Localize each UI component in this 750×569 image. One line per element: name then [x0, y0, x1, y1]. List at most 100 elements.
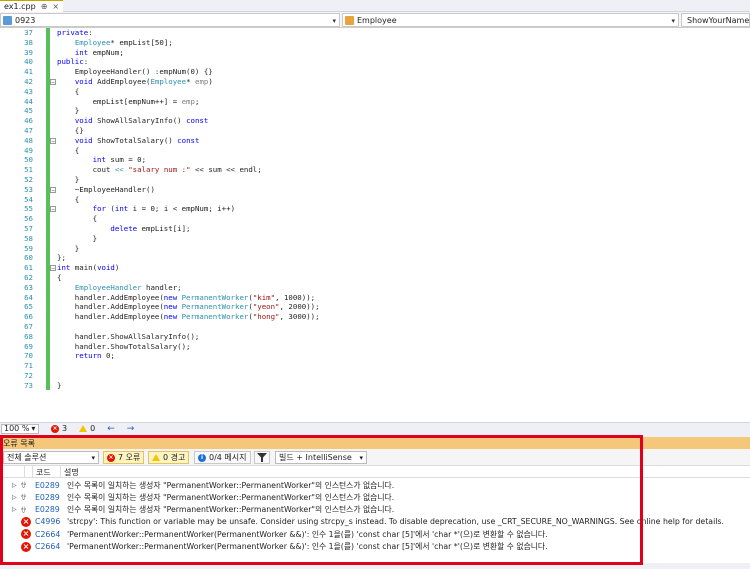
line-number: 64	[24, 292, 33, 302]
code-line[interactable]: 38 Employee* empList[50];	[0, 38, 750, 48]
code-line[interactable]: 71	[0, 361, 750, 371]
code-line[interactable]: 39 int empNum;	[0, 48, 750, 58]
build-filter-dropdown[interactable]: 빌드 + IntelliSense ▾	[275, 451, 367, 464]
code-text: {	[57, 145, 80, 155]
code-line[interactable]: 42 − void AddEmployee(Employee* emp)	[0, 77, 750, 87]
code-line[interactable]: 59 }	[0, 244, 750, 254]
error-code-link[interactable]: C4996	[35, 517, 60, 526]
code-line[interactable]: 53 − ~EmployeeHandler()	[0, 185, 750, 195]
warnings-toggle-button[interactable]: 0 경고	[148, 451, 190, 464]
zoom-dropdown[interactable]: 100 % ▾	[1, 423, 39, 434]
error-description: 인수 목록이 일치하는 생성자 "PermanentWorker::Perman…	[67, 492, 395, 502]
arrow-right-icon[interactable]: →	[127, 424, 135, 434]
line-number: 47	[24, 126, 33, 135]
code-line[interactable]: 50 int sum = 0;	[0, 155, 750, 165]
filter-button[interactable]	[254, 451, 270, 464]
code-line[interactable]: 51 cout << "salary num :" << sum << endl…	[0, 165, 750, 175]
code-text: return 0;	[74, 351, 115, 361]
code-line[interactable]: 66 handler.AddEmployee(new PermanentWork…	[0, 312, 750, 322]
document-tab-strip: ex1.cpp ⊕ ×	[0, 0, 750, 12]
code-line[interactable]: 43 {	[0, 87, 750, 97]
error-code-link[interactable]: E0289	[35, 493, 60, 502]
tab-ex1-cpp[interactable]: ex1.cpp ⊕ ×	[0, 0, 64, 12]
code-line[interactable]: 61 − int main(void)	[0, 263, 750, 273]
chevron-down-icon: ▾	[91, 454, 95, 462]
scope-filter-value: 전체 솔루션	[7, 453, 47, 462]
arrow-left-icon[interactable]: ←	[107, 424, 115, 434]
column-header-code[interactable]: 코드	[32, 466, 60, 478]
code-line[interactable]: 73}	[0, 381, 750, 391]
code-line[interactable]: 41 EmployeeHandler() :empNum(0) {}	[0, 67, 750, 77]
code-line[interactable]: 64 handler.AddEmployee(new PermanentWork…	[0, 293, 750, 303]
error-row[interactable]: × C2664 'PermanentWorker::PermanentWorker(…	[0, 541, 750, 553]
error-code-link[interactable]: E0289	[35, 481, 60, 490]
code-line[interactable]: 60};	[0, 253, 750, 263]
panel-title: 오류 목록	[0, 437, 750, 449]
error-row[interactable]: ▷ ꃮ E0289 인수 목록이 일치하는 생성자 "PermanentWorker:…	[0, 491, 750, 503]
warning-count-indicator[interactable]: 0	[79, 424, 95, 433]
error-icon: ×	[21, 516, 31, 527]
code-text: Employee* empList[50];	[74, 37, 173, 47]
error-row[interactable]: × C4996 'strcpy': This function or variabl…	[0, 516, 750, 528]
error-code-link[interactable]: C2664	[35, 542, 60, 551]
collapse-icon[interactable]: −	[50, 265, 56, 272]
errors-toggle-button[interactable]: × 7 오류	[103, 451, 145, 464]
collapse-icon[interactable]: −	[50, 137, 56, 144]
code-line[interactable]: 70 return 0;	[0, 351, 750, 361]
code-line[interactable]: 68 handler.ShowAllSalaryInfo();	[0, 332, 750, 342]
collapse-icon[interactable]: −	[50, 206, 56, 213]
code-line[interactable]: 62 {	[0, 273, 750, 283]
code-line[interactable]: 57 delete empList[i];	[0, 224, 750, 234]
code-text: empList[empNum++] = emp;	[57, 96, 200, 106]
code-text: cout << "salary num :" << sum << endl;	[57, 165, 262, 175]
code-line[interactable]: 40 public:	[0, 57, 750, 67]
expand-icon[interactable]: ▷	[12, 506, 17, 513]
code-text: int sum = 0;	[92, 155, 147, 165]
column-header-type[interactable]	[24, 466, 32, 478]
code-line[interactable]: 65 handler.AddEmployee(new PermanentWork…	[0, 302, 750, 312]
warning-count: 0	[90, 424, 96, 433]
scope-dropdown[interactable]: Employee ▾	[342, 13, 679, 27]
code-line[interactable]: 44 empList[empNum++] = emp;	[0, 97, 750, 107]
project-dropdown[interactable]: 0923 ▾	[0, 13, 340, 27]
close-icon[interactable]: ×	[52, 2, 59, 11]
scope-filter-dropdown[interactable]: 전체 솔루션 ▾	[3, 451, 99, 464]
code-line[interactable]: 37 private:	[0, 28, 750, 38]
line-number: 69	[24, 341, 33, 351]
error-code-link[interactable]: E0289	[35, 505, 60, 514]
line-number: 70	[24, 351, 33, 361]
messages-toggle-button[interactable]: i 0/4 메시지	[194, 451, 251, 464]
error-row[interactable]: × C2664 'PermanentWorker::PermanentWorker(…	[0, 528, 750, 540]
code-line[interactable]: 45 }	[0, 106, 750, 116]
code-line[interactable]: 54 {	[0, 195, 750, 205]
error-description: 'PermanentWorker::PermanentWorker(Perman…	[67, 542, 548, 551]
pin-icon[interactable]: ⊕	[41, 2, 48, 11]
code-line[interactable]: 63 EmployeeHandler handler;	[0, 283, 750, 293]
code-text: {}	[57, 126, 84, 135]
member-dropdown[interactable]: ShowYourName	[681, 13, 750, 27]
column-header-description[interactable]: 설명	[60, 466, 120, 478]
code-line[interactable]: 52 }	[0, 175, 750, 185]
error-row[interactable]: ▷ ꃮ E0289 인수 목록이 일치하는 생성자 "PermanentWorker:…	[0, 504, 750, 516]
error-description: 인수 목록이 일치하는 생성자 "PermanentWorker::Perman…	[67, 480, 395, 490]
code-line[interactable]: 49 {	[0, 146, 750, 156]
collapse-icon[interactable]: −	[50, 186, 56, 193]
error-row[interactable]: ▷ ꃮ E0289 인수 목록이 일치하는 생성자 "PermanentWorker:…	[0, 479, 750, 491]
code-line[interactable]: 48 − void ShowTotalSalary() const	[0, 136, 750, 146]
code-line[interactable]: 56 {	[0, 214, 750, 224]
error-count-indicator[interactable]: × 3	[51, 424, 67, 433]
expand-icon[interactable]: ▷	[12, 494, 17, 501]
error-list-header: 코드 설명	[0, 466, 750, 478]
code-line[interactable]: 47 {}	[0, 126, 750, 136]
code-line[interactable]: 67	[0, 322, 750, 332]
code-line[interactable]: 72	[0, 371, 750, 381]
code-line[interactable]: 69 handler.ShowTotalSalary();	[0, 342, 750, 352]
expand-icon[interactable]: ▷	[12, 482, 17, 489]
code-line[interactable]: 55 − for (int i = 0; i < empNum; i++)	[0, 204, 750, 214]
collapse-icon[interactable]: −	[50, 79, 56, 86]
code-editor[interactable]: 37 private: 38 Employee* empList[50]; 39 in…	[0, 28, 750, 422]
code-line[interactable]: 58 }	[0, 234, 750, 244]
error-code-link[interactable]: C2664	[35, 530, 60, 539]
code-line[interactable]: 46 void ShowAllSalaryInfo() const	[0, 116, 750, 126]
bottom-strip	[0, 563, 750, 569]
